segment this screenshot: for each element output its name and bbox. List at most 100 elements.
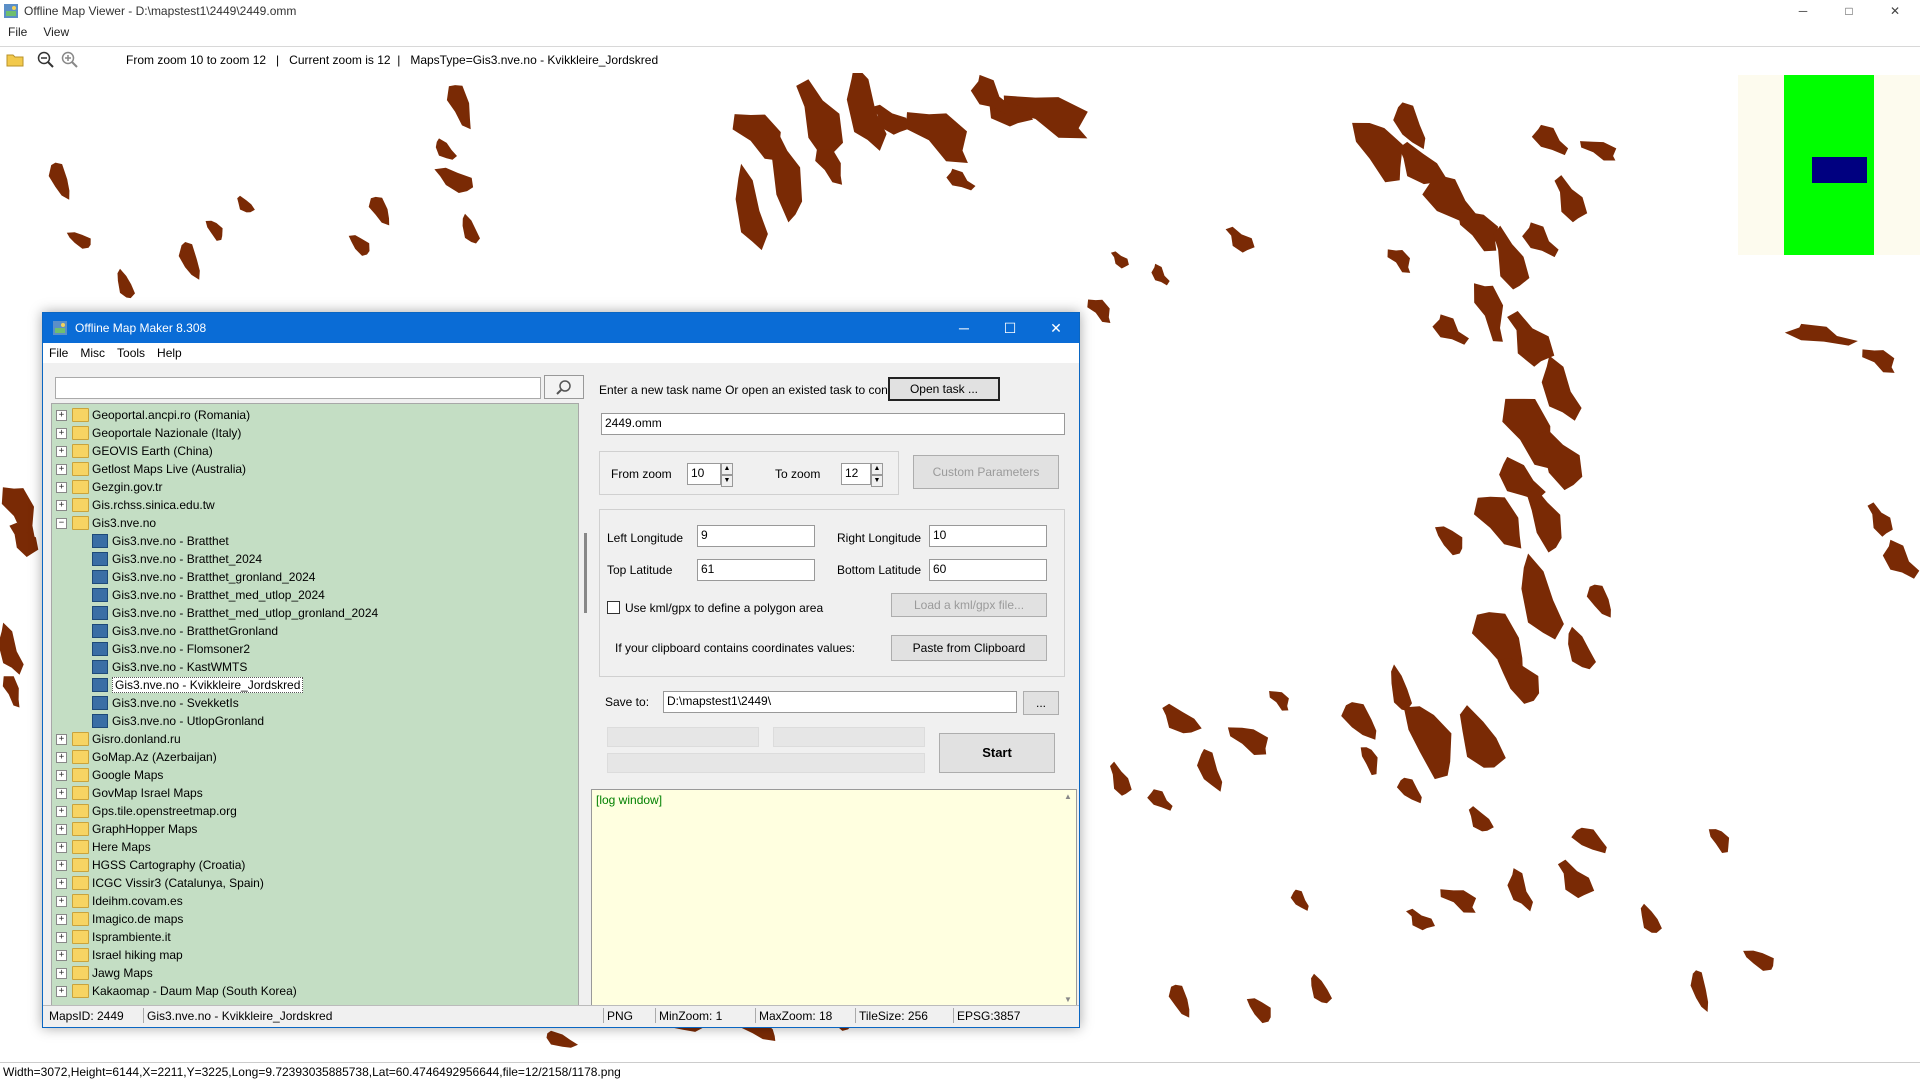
dialog-titlebar[interactable]: Offline Map Maker 8.308 ─ ☐ ✕	[43, 313, 1079, 343]
paste-from-clipboard-button[interactable]: Paste from Clipboard	[891, 635, 1047, 661]
tree-folder-item[interactable]: + Gisro.donland.ru	[52, 730, 572, 748]
scroll-down-icon[interactable]: ▼	[1064, 995, 1072, 1004]
map-source-tree[interactable]: + Geoportal.ancpi.ro (Romania) + Geoportale…	[51, 403, 579, 1007]
tree-folder-item[interactable]: + Kakaomap - Daum Map (South Korea)	[52, 982, 572, 1000]
load-kml-button[interactable]: Load a kml/gpx file...	[891, 593, 1047, 617]
tree-folder-item[interactable]: + GEOVIS Earth (China)	[52, 442, 572, 460]
minimize-button[interactable]: ─	[1780, 0, 1826, 22]
zoom-in-icon[interactable]	[60, 50, 80, 68]
expand-icon[interactable]: +	[56, 878, 67, 889]
tree-map-item[interactable]: Gis3.nve.no - UtlopGronland	[52, 712, 572, 730]
search-button[interactable]	[544, 375, 584, 399]
menu-file[interactable]: File	[43, 343, 74, 360]
expand-icon[interactable]: +	[56, 914, 67, 925]
tree-folder-item[interactable]: + Getlost Maps Live (Australia)	[52, 460, 572, 478]
dialog-maximize-button[interactable]: ☐	[987, 313, 1033, 343]
expand-icon[interactable]: +	[56, 896, 67, 907]
dialog-minimize-button[interactable]: ─	[941, 313, 987, 343]
expand-icon[interactable]: +	[56, 932, 67, 943]
menu-tools[interactable]: Tools	[111, 343, 151, 360]
scroll-up-icon[interactable]: ▲	[1064, 792, 1072, 801]
save-path-input[interactable]: D:\mapstest1\2449\	[663, 691, 1017, 713]
tree-folder-item[interactable]: + Gezgin.gov.tr	[52, 478, 572, 496]
close-button[interactable]: ✕	[1872, 0, 1918, 22]
tree-folder-item[interactable]: + Jawg Maps	[52, 964, 572, 982]
expand-icon[interactable]: +	[56, 482, 67, 493]
start-button[interactable]: Start	[939, 733, 1055, 773]
tree-folder-item[interactable]: − Gis3.nve.no	[52, 514, 572, 532]
open-task-button[interactable]: Open task ...	[888, 377, 1000, 401]
expand-icon[interactable]: +	[56, 410, 67, 421]
tree-folder-item[interactable]: + Israel hiking map	[52, 946, 572, 964]
left-longitude-input[interactable]: 9	[697, 525, 815, 547]
expand-icon[interactable]: +	[56, 986, 67, 997]
expand-icon[interactable]: +	[56, 842, 67, 853]
tree-folder-item[interactable]: + Ideihm.covam.es	[52, 892, 572, 910]
expand-icon[interactable]: +	[56, 752, 67, 763]
tree-folder-item[interactable]: + Geoportale Nazionale (Italy)	[52, 424, 572, 442]
custom-parameters-button[interactable]: Custom Parameters	[913, 455, 1059, 489]
dialog-close-button[interactable]: ✕	[1033, 313, 1079, 343]
tree-folder-item[interactable]: + Gis.rchss.sinica.edu.tw	[52, 496, 572, 514]
tree-folder-item[interactable]: + GraphHopper Maps	[52, 820, 572, 838]
expand-icon[interactable]: +	[56, 500, 67, 511]
tree-folder-item[interactable]: + Isprambiente.it	[52, 928, 572, 946]
tree-map-item[interactable]: Gis3.nve.no - SvekketIs	[52, 694, 572, 712]
expand-icon[interactable]: +	[56, 950, 67, 961]
tree-map-item[interactable]: Gis3.nve.no - Bratthet_med_utlop_2024	[52, 586, 572, 604]
tree-map-item[interactable]: Gis3.nve.no - KastWMTS	[52, 658, 572, 676]
open-folder-icon[interactable]	[5, 50, 25, 68]
expand-icon[interactable]: +	[56, 428, 67, 439]
expand-icon[interactable]: +	[56, 860, 67, 871]
expand-icon[interactable]: +	[56, 464, 67, 475]
tree-map-item[interactable]: Gis3.nve.no - Bratthet	[52, 532, 572, 550]
browse-button[interactable]: ...	[1023, 691, 1059, 715]
use-kml-checkbox[interactable]	[607, 601, 620, 614]
menu-misc[interactable]: Misc	[74, 343, 111, 360]
minimap-viewport[interactable]	[1812, 157, 1867, 183]
tree-folder-item[interactable]: + Imagico.de maps	[52, 910, 572, 928]
tree-scroll-thumb[interactable]	[584, 533, 587, 613]
landslide-area	[1557, 859, 1595, 899]
log-window[interactable]: [log window] ▲ ▼	[591, 789, 1077, 1007]
zoom-out-icon[interactable]	[36, 50, 56, 68]
expand-icon[interactable]: +	[56, 806, 67, 817]
top-latitude-input[interactable]: 61	[697, 559, 815, 581]
expand-icon[interactable]: +	[56, 734, 67, 745]
tree-folder-item[interactable]: + HGSS Cartography (Croatia)	[52, 856, 572, 874]
tree-folder-item[interactable]: + ICGC Vissir3 (Catalunya, Spain)	[52, 874, 572, 892]
expand-icon[interactable]: +	[56, 770, 67, 781]
tree-folder-item[interactable]: + Geoportal.ancpi.ro (Romania)	[52, 406, 572, 424]
maximize-button[interactable]: □	[1826, 0, 1872, 22]
from-zoom-spinner[interactable]: ▲ ▼	[721, 463, 733, 487]
tree-map-item[interactable]: Gis3.nve.no - Kvikkleire_Jordskred	[52, 676, 572, 694]
menu-help[interactable]: Help	[151, 343, 188, 360]
expand-icon[interactable]: +	[56, 788, 67, 799]
task-name-input[interactable]: 2449.omm	[601, 413, 1065, 435]
right-longitude-input[interactable]: 10	[929, 525, 1047, 547]
tree-folder-item[interactable]: + Gps.tile.openstreetmap.org	[52, 802, 572, 820]
tree-folder-item[interactable]: + GoMap.Az (Azerbaijan)	[52, 748, 572, 766]
tree-map-item[interactable]: Gis3.nve.no - Flomsoner2	[52, 640, 572, 658]
log-scrollbar[interactable]: ▲ ▼	[1062, 790, 1076, 1006]
minimap[interactable]	[1738, 75, 1920, 255]
to-zoom-spinner[interactable]: ▲ ▼	[871, 463, 883, 487]
to-zoom-input[interactable]: 12	[841, 463, 871, 485]
menu-file[interactable]: File	[0, 22, 35, 39]
tree-map-item[interactable]: Gis3.nve.no - Bratthet_2024	[52, 550, 572, 568]
menu-view[interactable]: View	[35, 22, 77, 39]
expand-icon[interactable]: +	[56, 824, 67, 835]
tree-map-item[interactable]: Gis3.nve.no - Bratthet_gronland_2024	[52, 568, 572, 586]
from-zoom-input[interactable]: 10	[687, 463, 721, 485]
bottom-latitude-input[interactable]: 60	[929, 559, 1047, 581]
search-input[interactable]	[55, 377, 541, 399]
collapse-icon[interactable]: −	[56, 518, 67, 529]
expand-icon[interactable]: +	[56, 446, 67, 457]
tree-map-item[interactable]: Gis3.nve.no - BratthetGronland	[52, 622, 572, 640]
tree-scrollbar[interactable]	[581, 403, 591, 1005]
tree-folder-item[interactable]: + GovMap Israel Maps	[52, 784, 572, 802]
expand-icon[interactable]: +	[56, 968, 67, 979]
tree-folder-item[interactable]: + Google Maps	[52, 766, 572, 784]
tree-map-item[interactable]: Gis3.nve.no - Bratthet_med_utlop_gronlan…	[52, 604, 572, 622]
tree-folder-item[interactable]: + Here Maps	[52, 838, 572, 856]
